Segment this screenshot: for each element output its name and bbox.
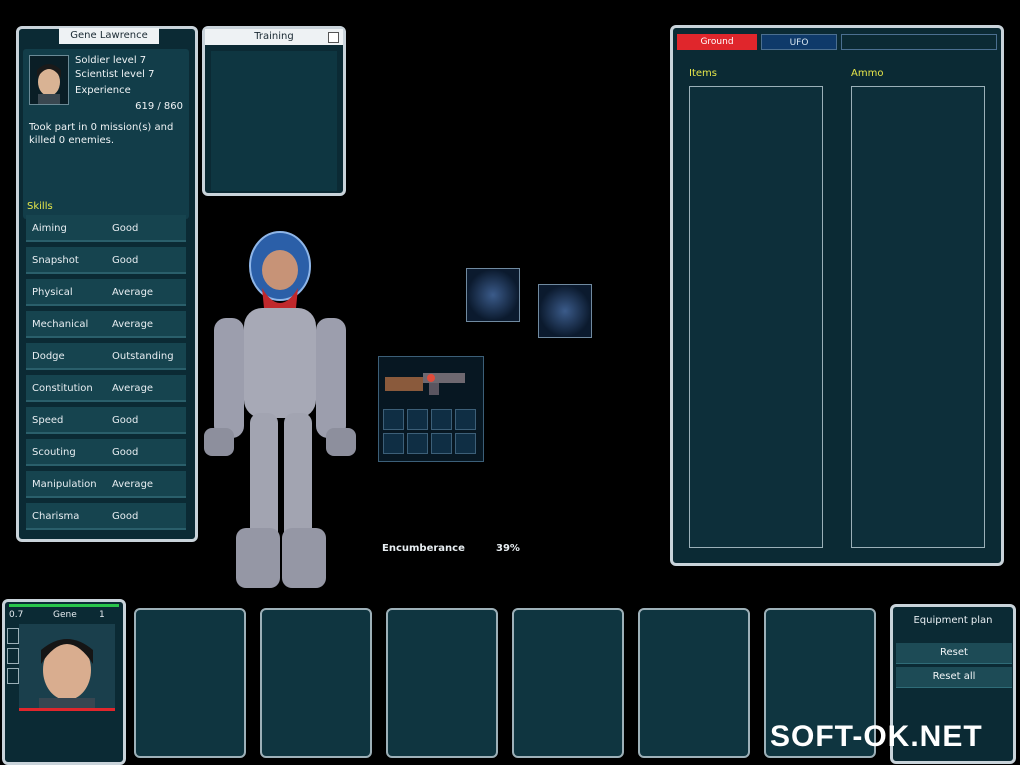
soldier-card: Gene Lawrence Soldier level 7 Scientist … [16, 26, 198, 542]
rifle-icon [385, 373, 465, 395]
backpack-cell[interactable] [407, 409, 428, 430]
squad-portrait [19, 624, 115, 708]
skill-row: Charisma Good [26, 503, 186, 530]
backpack-cell[interactable] [455, 409, 476, 430]
encumbrance-label: Encumberance [382, 543, 465, 554]
experience-label: Experience [75, 85, 131, 96]
training-area [211, 51, 337, 191]
skills-title: Skills [27, 201, 53, 212]
equipment-slot-head[interactable] [466, 268, 520, 322]
backpack-cell[interactable] [431, 433, 452, 454]
squad-slot-empty[interactable] [512, 608, 624, 758]
skill-name: Dodge [32, 351, 65, 362]
squad-right-value: 1 [99, 610, 105, 620]
skill-row: Manipulation Average [26, 471, 186, 498]
portrait-red-bar [19, 708, 115, 711]
backpack-cell[interactable] [407, 433, 428, 454]
tab-bar-extension [841, 34, 997, 50]
skill-value: Average [112, 383, 154, 394]
skill-name: Aiming [32, 223, 67, 234]
space-suit-figure-icon [204, 231, 356, 588]
training-title: Training [205, 29, 343, 45]
skill-row: Snapshot Good [26, 247, 186, 274]
soldier-level: Soldier level 7 [75, 55, 147, 66]
skill-value: Good [112, 511, 139, 522]
ammo-list[interactable] [851, 86, 985, 548]
skill-row: Physical Average [26, 279, 186, 306]
inventory-panel: Ground UFO Items Ammo [670, 25, 1004, 566]
soldier-info-panel: Soldier level 7 Scientist level 7 Experi… [23, 49, 189, 219]
encumbrance-value: 39% [496, 543, 520, 554]
reset-button[interactable]: Reset [896, 643, 1012, 664]
skill-name: Charisma [32, 511, 80, 522]
skill-name: Manipulation [32, 479, 97, 490]
portrait-face-icon [39, 639, 95, 708]
soldier-portrait [29, 55, 69, 105]
experience-value: 619 / 860 [135, 101, 183, 112]
backpack-cell[interactable] [431, 409, 452, 430]
skill-row: Constitution Average [26, 375, 186, 402]
squad-slot-empty[interactable] [638, 608, 750, 758]
skill-value: Average [112, 479, 154, 490]
training-panel: Training [202, 26, 346, 196]
skill-name: Constitution [32, 383, 93, 394]
skill-row: Dodge Outstanding [26, 343, 186, 370]
skill-name: Physical [32, 287, 73, 298]
skill-name: Snapshot [32, 255, 79, 266]
stance-run-icon[interactable] [7, 668, 19, 684]
equipment-slot-armor[interactable] [538, 284, 592, 338]
skill-row: Aiming Good [26, 215, 186, 242]
squad-slot-empty[interactable] [260, 608, 372, 758]
stance-walk-icon[interactable] [7, 648, 19, 664]
skill-value: Average [112, 319, 154, 330]
skill-value: Average [112, 287, 154, 298]
items-list[interactable] [689, 86, 823, 548]
health-bar [9, 604, 119, 607]
skill-name: Scouting [32, 447, 76, 458]
skill-row: Scouting Good [26, 439, 186, 466]
watermark: SOFT-OK.NET [770, 720, 983, 753]
reset-all-button[interactable]: Reset all [896, 667, 1012, 688]
skill-name: Speed [32, 415, 64, 426]
portrait-face-icon [37, 64, 61, 104]
soldier-figure [200, 228, 360, 598]
tab-ground[interactable]: Ground [677, 34, 757, 50]
skill-value: Good [112, 223, 139, 234]
skill-value: Outstanding [112, 351, 174, 362]
skill-value: Good [112, 415, 139, 426]
training-close-icon[interactable] [328, 32, 339, 43]
scientist-level: Scientist level 7 [75, 69, 155, 80]
skill-name: Mechanical [32, 319, 89, 330]
squad-member-card[interactable]: 0.7 Gene 1 [2, 599, 126, 765]
items-label: Items [689, 68, 717, 79]
missions-text: Took part in 0 mission(s) and killed 0 e… [29, 122, 174, 146]
squad-slot-empty[interactable] [386, 608, 498, 758]
skill-value: Good [112, 447, 139, 458]
backpack-cell[interactable] [383, 433, 404, 454]
backpack-cell[interactable] [455, 433, 476, 454]
squad-slot-empty[interactable] [134, 608, 246, 758]
skill-row: Speed Good [26, 407, 186, 434]
skill-row: Mechanical Average [26, 311, 186, 338]
stance-standing-icon[interactable] [7, 628, 19, 644]
squad-left-value: 0.7 [9, 610, 24, 620]
equipment-plan-title: Equipment plan [913, 615, 993, 626]
ammo-label: Ammo [851, 68, 884, 79]
tab-ufo[interactable]: UFO [761, 34, 837, 50]
backpack-cell[interactable] [383, 409, 404, 430]
soldier-name: Gene Lawrence [59, 28, 159, 44]
squad-member-name: Gene [53, 610, 77, 620]
weapon-slot[interactable] [378, 356, 484, 462]
skill-value: Good [112, 255, 139, 266]
